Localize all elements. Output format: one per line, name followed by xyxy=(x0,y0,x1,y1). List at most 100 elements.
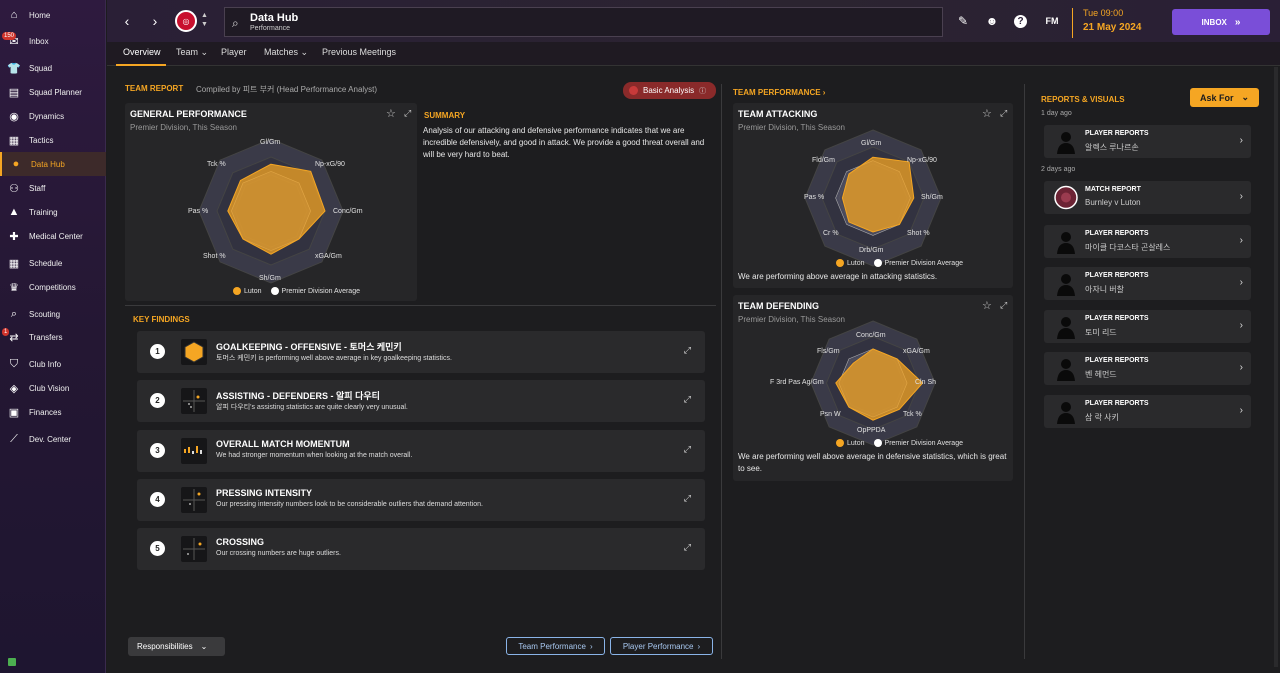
dynamics-icon: ◉ xyxy=(9,110,19,123)
finding-number: 5 xyxy=(150,541,165,556)
key-finding-item[interactable]: 4 PRESSING INTENSITY Our pressing intensit… xyxy=(137,479,705,521)
report-subtitle: 아자니 버찰 xyxy=(1085,285,1125,294)
match-report-item[interactable]: MATCH REPORT Burnley v Luton › xyxy=(1044,181,1251,214)
shirt-icon: 👕 xyxy=(7,62,21,75)
search-bar[interactable]: ⌕ Data Hub Performance xyxy=(224,7,943,37)
tab-overview[interactable]: Overview xyxy=(123,47,161,57)
sidebar-item-tactics[interactable]: ▦ Tactics xyxy=(0,128,106,152)
back-icon[interactable]: ‹ xyxy=(117,11,137,31)
player-report-item[interactable]: PLAYER REPORTS 아자니 버찰 › xyxy=(1044,267,1251,300)
sidebar-item-label: Scouting xyxy=(29,309,61,319)
manager-face-icon[interactable]: ☻ xyxy=(984,13,1000,29)
tab-previous-meetings[interactable]: Previous Meetings xyxy=(322,47,396,57)
radar-axis-label: xGA/Gm xyxy=(903,348,930,355)
expand-icon[interactable]: ⤢ xyxy=(684,542,691,553)
radar-axis-label: Np-xG/90 xyxy=(907,157,937,164)
sidebar-item-club-info[interactable]: ⛉ Club Info xyxy=(0,352,106,376)
sidebar-item-dev-center[interactable]: ⟋ Dev. Center xyxy=(0,427,106,451)
expand-icon[interactable]: ⤢ xyxy=(684,394,691,405)
player-report-item[interactable]: PLAYER REPORTS 알렉스 루나르손 › xyxy=(1044,125,1251,158)
expand-icon[interactable]: ⤢ xyxy=(684,444,691,455)
chevron-right-icon: › xyxy=(697,641,701,651)
finding-text: Our crossing numbers are huge outliers. xyxy=(216,550,341,557)
report-title: PLAYER REPORTS xyxy=(1085,357,1149,364)
tab-matches[interactable]: Matches ⌄ xyxy=(264,47,308,58)
basic-analysis-label: Basic Analysis xyxy=(643,86,695,95)
expand-icon[interactable]: ⤢ xyxy=(684,345,691,356)
team-performance-title[interactable]: TEAM PERFORMANCE › xyxy=(733,88,825,97)
key-finding-item[interactable]: 3 OVERALL MATCH MOMENTUM We had stronger m… xyxy=(137,430,705,472)
key-finding-item[interactable]: 2 ASSISTING - DEFENDERS - 알피 다우티 알피 다우티's … xyxy=(137,380,705,422)
chevron-updown-icon[interactable]: ▲ ▼ xyxy=(201,11,208,29)
radar-axis-label: Tck % xyxy=(903,411,922,418)
ask-for-label: Ask For xyxy=(1200,92,1234,103)
sidebar-item-data-hub[interactable]: ● Data Hub xyxy=(0,152,106,176)
sidebar-item-training[interactable]: ▲ Training xyxy=(0,200,106,224)
sidebar-item-competitions[interactable]: ♛ Competitions xyxy=(0,275,106,299)
radar-axis-label: Np-xG/90 xyxy=(315,161,345,168)
scrollbar[interactable] xyxy=(1274,67,1278,667)
sidebar-item-staff[interactable]: ⚇ Staff xyxy=(0,176,106,200)
ask-for-button[interactable]: Ask For ⌄ xyxy=(1190,88,1259,107)
sidebar-item-schedule[interactable]: ▦ Schedule xyxy=(0,251,106,275)
edit-icon[interactable]: ✎ xyxy=(955,13,971,29)
key-finding-item[interactable]: 5 CROSSING Our crossing numbers are huge o… xyxy=(137,528,705,570)
training-icon: ▲ xyxy=(8,206,20,218)
sidebar-item-dynamics[interactable]: ◉ Dynamics xyxy=(0,104,106,128)
report-title: PLAYER REPORTS xyxy=(1085,400,1149,407)
fm-menu-button[interactable]: FM xyxy=(1041,13,1063,29)
sidebar-item-transfers[interactable]: ⇄ 1 Transfers xyxy=(0,325,106,349)
legend-team: Luton xyxy=(847,439,865,447)
key-finding-item[interactable]: 1 GOALKEEPING - OFFENSIVE - 토머스 케민키 토머스 케민… xyxy=(137,331,705,373)
info-icon[interactable]: ⓘ xyxy=(699,86,706,96)
sidebar-item-squad-planner[interactable]: ▤ Squad Planner xyxy=(0,80,106,104)
team-legend-dot xyxy=(836,259,844,267)
sidebar-item-inbox[interactable]: ✉ 150 Inbox xyxy=(0,29,106,53)
player-report-item[interactable]: PLAYER REPORTS 삼 락 사키 › xyxy=(1044,395,1251,428)
sidebar-item-finances[interactable]: ▣ Finances xyxy=(0,400,106,424)
sidebar-item-label: Staff xyxy=(29,183,46,193)
radar-axis-label: Sh/Gm xyxy=(259,275,281,282)
scatter-icon xyxy=(183,538,205,560)
player-silhouette-icon xyxy=(1057,317,1075,339)
finding-text: We had stronger momentum when looking at… xyxy=(216,452,413,459)
player-silhouette-icon xyxy=(1057,402,1075,424)
sidebar-item-club-vision[interactable]: ◈ Club Vision xyxy=(0,376,106,400)
chevron-right-icon: › xyxy=(1239,320,1243,331)
basic-analysis-badge[interactable]: Basic Analysis ⓘ xyxy=(623,82,716,99)
sidebar-item-squad[interactable]: 👕 Squad xyxy=(0,56,106,80)
finding-title: PRESSING INTENSITY xyxy=(216,488,313,498)
reports-visuals-title: REPORTS & VISUALS xyxy=(1041,95,1125,104)
status-indicator xyxy=(8,658,16,666)
sidebar-item-home[interactable]: ⌂ Home xyxy=(0,3,106,27)
player-report-item[interactable]: PLAYER REPORTS 토미 리드 › xyxy=(1044,310,1251,343)
sidebar-item-label: Squad Planner xyxy=(29,87,82,97)
player-report-item[interactable]: PLAYER REPORTS 마이클 다코스타 곤살레스 › xyxy=(1044,225,1251,258)
forward-icon[interactable]: › xyxy=(145,11,165,31)
radar-axis-label: xGA/Gm xyxy=(315,253,342,260)
sidebar-item-scouting[interactable]: ⌕ Scouting xyxy=(0,302,106,326)
tab-player[interactable]: Player xyxy=(221,47,247,57)
radar-axis-label: Fls/Gm xyxy=(817,348,840,355)
team-performance-label: Team Performance xyxy=(518,641,586,651)
sidebar-item-label: Schedule xyxy=(29,258,63,268)
tab-team[interactable]: Team ⌄ xyxy=(176,47,208,58)
sidebar-item-label: Medical Center xyxy=(29,231,83,241)
finding-number: 1 xyxy=(150,344,165,359)
date-display[interactable]: Tue 09:00 21 May 2024 xyxy=(1072,8,1141,38)
club-badge-icon[interactable]: ◎ xyxy=(175,10,197,32)
sidebar-item-medical-center[interactable]: ✚ Medical Center xyxy=(0,224,106,248)
team-performance-button[interactable]: Team Performance › xyxy=(506,637,605,655)
player-silhouette-icon xyxy=(1057,232,1075,254)
player-report-item[interactable]: PLAYER REPORTS 벤 헤먼드 › xyxy=(1044,352,1251,385)
help-icon[interactable]: ? xyxy=(1014,15,1027,28)
double-chevron-right-icon: » xyxy=(1234,16,1241,28)
inbox-button[interactable]: INBOX » xyxy=(1172,9,1270,35)
expand-icon[interactable]: ⤢ xyxy=(684,493,691,504)
radar-axis-label: F 3rd Pas Ag/Gm xyxy=(770,379,824,386)
responsibilities-button[interactable]: Responsibilities ⌄ xyxy=(128,637,225,656)
sidebar-item-label: Squad xyxy=(29,63,53,73)
team-legend-dot xyxy=(836,439,844,447)
player-performance-button[interactable]: Player Performance › xyxy=(610,637,713,655)
summary-title: SUMMARY xyxy=(424,111,466,120)
